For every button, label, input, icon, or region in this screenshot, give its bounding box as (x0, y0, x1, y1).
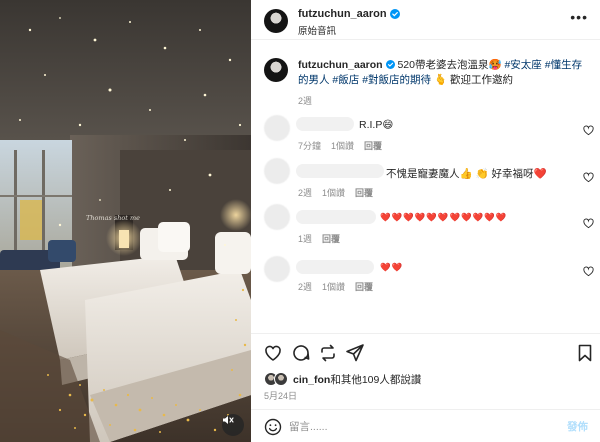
comment-likes[interactable]: 1個讚 (322, 186, 345, 199)
comment-like-heart-icon[interactable] (583, 125, 594, 136)
author-username[interactable]: futzuchun_aaron (298, 8, 387, 20)
comment-text: R.I.P😄 (359, 119, 394, 131)
caption-text: futzuchun_aaron 520帶老婆去泡溫泉🥵 #安太座 #懂生存的男人… (298, 58, 590, 88)
caption-body-end: 歡迎工作邀約 (449, 74, 513, 86)
hashtag[interactable]: #安太座 (504, 59, 541, 71)
comment-time[interactable]: 2週 (298, 186, 312, 199)
post-header: futzuchun_aaron 原始音訊 ••• (251, 0, 600, 40)
commenter-avatar[interactable] (264, 158, 290, 184)
hashtag[interactable]: #飯店 (332, 74, 359, 86)
reply-button[interactable]: 回覆 (364, 139, 382, 152)
commenter-username-redacted (296, 117, 354, 131)
comment-meta: 2週 1個讚 回覆 (298, 280, 373, 293)
post-panel: futzuchun_aaron 原始音訊 ••• futzuchun_aaron… (251, 0, 600, 442)
comment-meta: 7分鐘 1個讚 回覆 (298, 139, 382, 152)
comment-item: ❤️❤️❤️❤️❤️❤️❤️❤️❤️❤️❤️ 1週 回覆 (264, 204, 594, 246)
post-actions-bar (251, 333, 600, 369)
post-comment-button[interactable]: 發佈 (567, 419, 588, 434)
commenter-username-redacted (296, 260, 374, 274)
comment-input[interactable] (289, 418, 549, 436)
comment-meta: 1週 回覆 (298, 232, 340, 245)
photo-overlay-text: Thomas shot me (86, 214, 140, 222)
comment-time[interactable]: 1週 (298, 232, 312, 245)
comment-item: R.I.P😄 7分鐘 1個讚 回覆 (264, 115, 594, 155)
heart-icon[interactable] (263, 343, 283, 363)
comment-meta: 2週 1個讚 回覆 (298, 186, 373, 199)
comment-time[interactable]: 2週 (298, 280, 312, 293)
caption-body: 520帶老婆去泡溫泉 (397, 59, 489, 71)
repost-icon[interactable] (318, 343, 338, 363)
caption-emoji: 🫰 (433, 74, 448, 86)
reply-button[interactable]: 回覆 (355, 280, 373, 293)
reply-button[interactable]: 回覆 (355, 186, 373, 199)
commenter-username-redacted (296, 210, 376, 224)
comment-text: ❤️❤️❤️❤️❤️❤️❤️❤️❤️❤️❤️ (380, 212, 508, 222)
verified-badge-icon (385, 60, 395, 69)
comment-item: ❤️❤️ 2週 1個讚 回覆 (264, 256, 594, 298)
comment-like-heart-icon[interactable] (583, 266, 594, 277)
comment-like-heart-icon[interactable] (583, 218, 594, 229)
caption-timestamp[interactable]: 2週 (298, 94, 312, 107)
comment-text: ❤️❤️ (380, 262, 404, 272)
liker-avatar (274, 372, 288, 386)
likes-text: cin_fon和其他109人都說讚 (293, 372, 421, 387)
author-name-row: futzuchun_aaron (298, 8, 400, 20)
comment-text: 不愧是寵妻魔人👍 👏 好幸福呀❤️ (386, 168, 547, 180)
more-horizontal-icon: ••• (570, 9, 588, 25)
bookmark-icon[interactable] (575, 343, 595, 363)
caption-emoji: 🥵 (488, 59, 502, 71)
commenter-avatar[interactable] (264, 115, 290, 141)
comment-likes[interactable]: 1個讚 (322, 280, 345, 293)
commenter-username-redacted (296, 164, 384, 178)
caption-avatar[interactable] (264, 58, 288, 82)
reply-button[interactable]: 回覆 (322, 232, 340, 245)
commenter-avatar[interactable] (264, 256, 290, 282)
comment-likes[interactable]: 1個讚 (331, 139, 354, 152)
comment-icon[interactable] (291, 343, 311, 363)
volume-muted-icon (223, 416, 234, 424)
post-media[interactable]: Thomas shot me (0, 0, 251, 442)
verified-badge-icon (389, 9, 400, 19)
audio-label[interactable]: 原始音訊 (298, 23, 336, 37)
comment-like-heart-icon[interactable] (583, 172, 594, 183)
hashtag[interactable]: #對飯店的期待 (362, 74, 431, 86)
caption-username[interactable]: futzuchun_aaron (298, 59, 383, 71)
comment-time[interactable]: 7分鐘 (298, 139, 321, 152)
commenter-avatar[interactable] (264, 204, 290, 230)
send-icon[interactable] (345, 343, 365, 363)
likes-summary[interactable]: cin_fon和其他109人都說讚 (264, 371, 421, 387)
post-date[interactable]: 5月24日 (264, 389, 297, 402)
author-avatar[interactable] (264, 9, 288, 33)
likes-count-text[interactable]: 和其他109人都說讚 (330, 374, 421, 386)
liker-username[interactable]: cin_fon (293, 374, 330, 386)
add-comment-bar: 發佈 (251, 409, 600, 442)
comment-item: 不愧是寵妻魔人👍 👏 好幸福呀❤️ 2週 1個讚 回覆 (264, 158, 594, 200)
more-options-button[interactable]: ••• (570, 10, 588, 24)
mute-button[interactable] (222, 414, 244, 436)
emoji-icon[interactable] (264, 418, 282, 436)
